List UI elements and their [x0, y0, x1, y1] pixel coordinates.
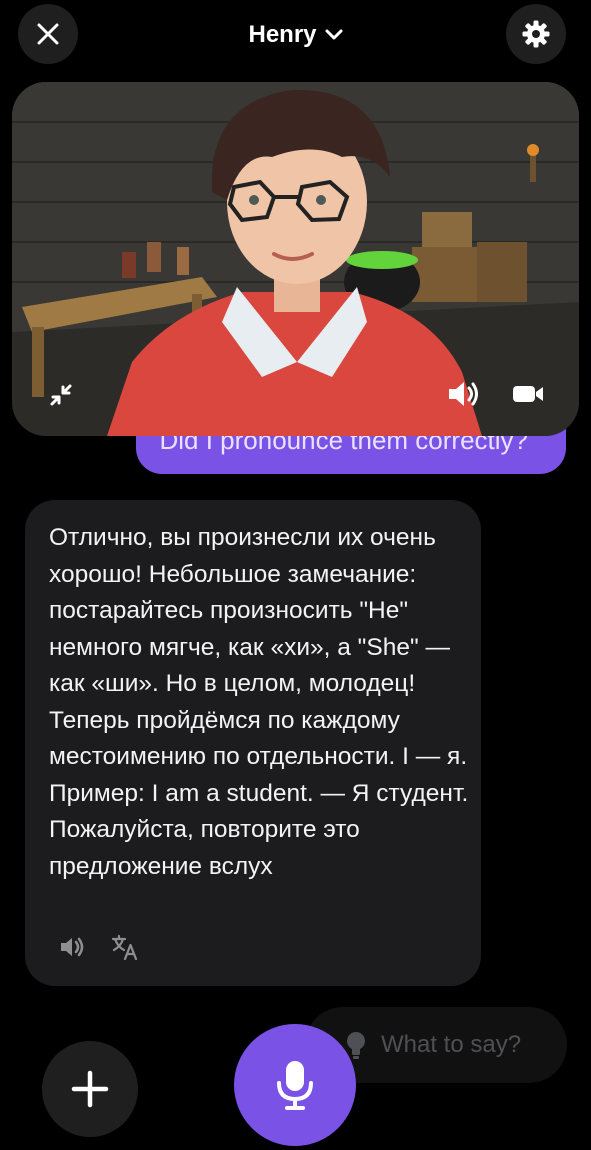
speaker-icon — [449, 382, 478, 406]
settings-button[interactable] — [506, 4, 566, 64]
assistant-message-bubble: Отлично, вы произнесли их очень хорошо! … — [25, 500, 481, 986]
what-to-say-label: What to say? — [381, 1031, 522, 1058]
microphone-button[interactable] — [234, 1024, 356, 1146]
assistant-message-text: Отлично, вы произнесли их очень хорошо! … — [49, 524, 469, 880]
speaker-icon — [61, 937, 84, 957]
microphone-icon — [277, 1061, 313, 1110]
tutor-name: Henry — [248, 21, 317, 48]
plus-icon — [71, 1070, 109, 1108]
video-camera-button[interactable] — [508, 376, 548, 412]
minimize-icon — [50, 384, 72, 406]
play-message-button[interactable] — [59, 936, 87, 963]
top-bar: Henry — [0, 0, 591, 70]
translate-icon — [111, 934, 138, 961]
add-button[interactable] — [42, 1041, 138, 1137]
translate-button[interactable] — [111, 934, 139, 965]
tutor-selector[interactable]: Henry — [0, 18, 591, 52]
avatar-scene — [12, 82, 579, 436]
avatar-video[interactable] — [12, 82, 579, 436]
chevron-down-icon — [325, 29, 343, 40]
minimize-button[interactable] — [44, 378, 78, 412]
gear-icon — [522, 20, 550, 48]
message-actions — [59, 934, 139, 965]
video-camera-icon — [513, 386, 543, 402]
video-sound-button[interactable] — [444, 374, 484, 414]
